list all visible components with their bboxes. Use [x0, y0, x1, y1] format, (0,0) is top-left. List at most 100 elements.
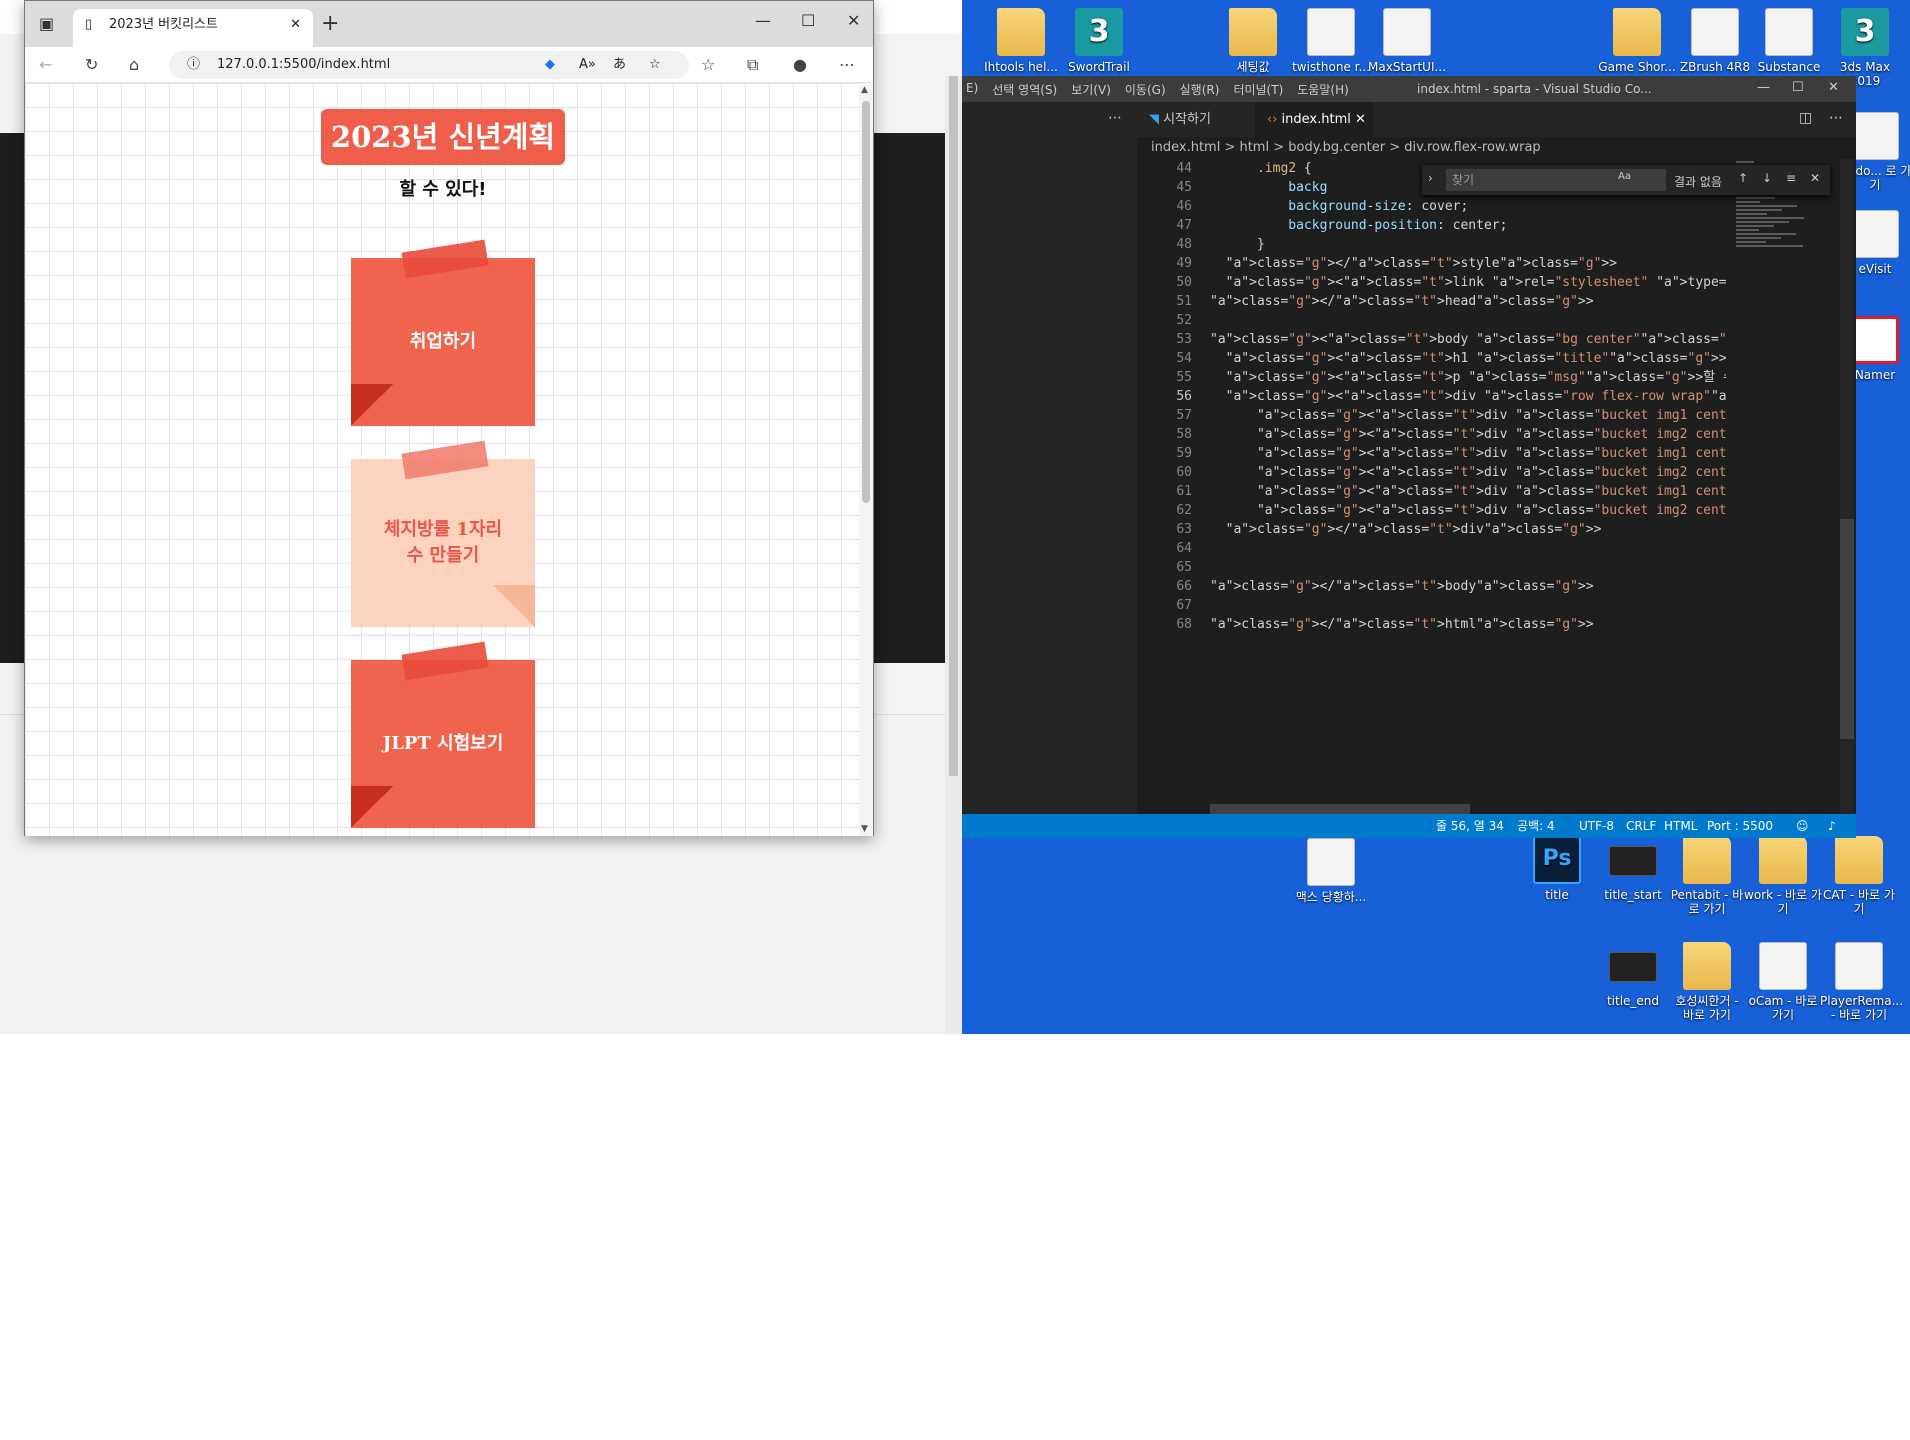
background-window-scrollbar[interactable]	[945, 76, 962, 1034]
status-position[interactable]: 줄 56, 열 34	[1436, 814, 1504, 838]
code-line[interactable]: "a">class="g"><"a">class="t">div "a">cla…	[1210, 501, 1726, 520]
shopping-tag-icon[interactable]: ◆	[545, 51, 555, 79]
profile-icon[interactable]: ●	[793, 55, 807, 74]
maximize-icon[interactable]: ☐	[1792, 80, 1804, 95]
desktop-icon[interactable]: title_start	[1594, 836, 1672, 902]
menu-item[interactable]: 터미널(T)	[1233, 81, 1283, 98]
minimize-icon[interactable]: —	[1757, 80, 1770, 95]
code-line[interactable]: background-size: cover;	[1210, 197, 1726, 216]
menu-item[interactable]: 실행(R)	[1180, 81, 1220, 98]
home-icon[interactable]: ⌂	[129, 55, 139, 74]
scroll-down-icon[interactable]: ▼	[861, 824, 868, 834]
code-line[interactable]: "a">class="g"></"a">class="t">style"a">c…	[1210, 254, 1726, 273]
code-line[interactable]: "a">class="g"><"a">class="t">p "a">class…	[1210, 368, 1726, 387]
desktop-icon[interactable]: work - 바로 가기	[1744, 836, 1822, 916]
more-actions-icon[interactable]: ⋯	[1829, 110, 1843, 126]
desktop-icon[interactable]: 3 SwordTrail	[1060, 8, 1138, 74]
tab-actions-icon[interactable]: ▣	[39, 14, 54, 33]
desktop-icon[interactable]: Pentabit - 바로 가기	[1668, 836, 1746, 916]
browser-tab[interactable]: ▯ 2023년 버킷리스트 ✕	[73, 9, 313, 47]
code-line[interactable]: }	[1210, 235, 1726, 254]
match-case-icon[interactable]: Aa	[1618, 171, 1631, 182]
code-line[interactable]: "a">class="g"><"a">class="t">link "a">re…	[1210, 273, 1726, 292]
code-line[interactable]: background-position: center;	[1210, 216, 1726, 235]
desktop-icon[interactable]: ZBrush 4R8	[1676, 8, 1754, 74]
minimize-icon[interactable]: —	[755, 11, 771, 30]
arrow-up-icon[interactable]: ↑	[1738, 171, 1748, 185]
code-line[interactable]	[1210, 311, 1726, 330]
more-menu-icon[interactable]: ⋯	[839, 55, 855, 74]
desktop-icon[interactable]: title_end	[1594, 942, 1672, 1008]
desktop-icon[interactable]: 세팅값	[1214, 8, 1292, 74]
info-icon[interactable]: ⓘ	[187, 51, 200, 79]
status-language[interactable]: HTML	[1664, 814, 1697, 838]
code-line[interactable]	[1210, 596, 1726, 615]
code-line[interactable]	[1210, 539, 1726, 558]
desktop-icon[interactable]: Game Shor...	[1598, 8, 1676, 74]
page-scrollbar[interactable]: ▲ ▼	[859, 83, 873, 836]
menu-item[interactable]: E)	[966, 81, 978, 98]
tab-start[interactable]: ◥ 시작하기	[1137, 102, 1255, 137]
more-actions-icon[interactable]: ⋯	[1108, 110, 1122, 126]
desktop-icon[interactable]: Ihtools hel...	[982, 8, 1060, 74]
selection-icon[interactable]: ≡	[1786, 171, 1796, 185]
close-icon[interactable]: ✕	[1810, 171, 1820, 185]
code-line[interactable]: "a">class="g"><"a">class="t">div "a">cla…	[1210, 482, 1726, 501]
code-line[interactable]: "a">class="g"></"a">class="t">html"a">cl…	[1210, 615, 1726, 634]
editor-horizontal-scrollbar[interactable]	[1210, 804, 1470, 814]
editor-scrollbar[interactable]	[1840, 159, 1854, 814]
address-bar[interactable]: ⓘ 127.0.0.1:5500/index.html ◆ A» あ ☆	[169, 51, 689, 79]
code-editor[interactable]: .img2 { backg background-size: cover; ba…	[1210, 159, 1726, 634]
desktop-icon[interactable]: Ps title	[1518, 836, 1596, 902]
menu-item[interactable]: 보기(V)	[1071, 81, 1111, 98]
read-aloud-icon[interactable]: A»	[579, 51, 596, 79]
breadcrumb[interactable]: index.html > html > body.bg.center > div…	[1137, 137, 1856, 159]
desktop-icon[interactable]: Substance	[1750, 8, 1828, 74]
close-tab-icon[interactable]: ✕	[1355, 112, 1366, 127]
desktop-icon[interactable]: twisthone r...	[1292, 8, 1370, 74]
collections-icon[interactable]: ⧉	[747, 55, 758, 75]
code-line[interactable]: "a">class="g"><"a">class="t">div "a">cla…	[1210, 425, 1726, 444]
favorites-icon[interactable]: ☆	[701, 55, 715, 74]
status-indent[interactable]: 공백: 4	[1517, 814, 1555, 838]
refresh-icon[interactable]: ↻	[85, 55, 98, 74]
code-line[interactable]: "a">class="g"></"a">class="t">body"a">cl…	[1210, 577, 1726, 596]
menu-item[interactable]: 도움말(H)	[1297, 81, 1349, 98]
back-icon[interactable]: ←	[39, 55, 52, 74]
code-line[interactable]: "a">class="g"><"a">class="t">h1 "a">clas…	[1210, 349, 1726, 368]
feedback-icon[interactable]: ☺	[1796, 814, 1809, 838]
split-editor-icon[interactable]: ◫	[1799, 110, 1812, 126]
close-icon[interactable]: ✕	[1828, 80, 1839, 95]
desktop-icon[interactable]: MaxStartUI...	[1368, 8, 1446, 74]
code-line[interactable]: "a">class="g"><"a">class="t">div "a">cla…	[1210, 406, 1726, 425]
close-icon[interactable]: ✕	[847, 11, 860, 30]
tab-index-html[interactable]: ‹› index.html ✕	[1255, 102, 1373, 137]
minimap[interactable]	[1730, 159, 1810, 814]
desktop-icon[interactable]: 호성씨한거 - 바로 가기	[1668, 942, 1746, 1022]
desktop-icon[interactable]: CAT - 바로 가기	[1820, 836, 1898, 916]
status-encoding[interactable]: UTF-8	[1579, 814, 1614, 838]
chevron-right-icon[interactable]: ›	[1428, 171, 1433, 185]
code-line[interactable]: "a">class="g"></"a">class="t">head"a">cl…	[1210, 292, 1726, 311]
close-tab-icon[interactable]: ✕	[290, 9, 301, 41]
code-line[interactable]: "a">class="g"></"a">class="t">div"a">cla…	[1210, 520, 1726, 539]
bell-icon[interactable]: ♪	[1828, 814, 1836, 838]
code-line[interactable]: "a">class="g"><"a">class="t">div "a">cla…	[1210, 387, 1726, 406]
code-line[interactable]	[1210, 558, 1726, 577]
arrow-down-icon[interactable]: ↓	[1762, 171, 1772, 185]
desktop-icon[interactable]: 맥스 당황하...	[1292, 838, 1370, 904]
find-input[interactable]: 찾기	[1446, 169, 1666, 191]
code-line[interactable]: "a">class="g"><"a">class="t">body "a">cl…	[1210, 330, 1726, 349]
menu-item[interactable]: 이동(G)	[1125, 81, 1166, 98]
add-favorite-icon[interactable]: ☆	[649, 51, 661, 79]
new-tab-icon[interactable]: +	[321, 11, 339, 36]
code-line[interactable]: "a">class="g"><"a">class="t">div "a">cla…	[1210, 444, 1726, 463]
maximize-icon[interactable]: ☐	[801, 11, 815, 30]
desktop-icon[interactable]: oCam - 바로 가기	[1744, 942, 1822, 1022]
code-line[interactable]: "a">class="g"><"a">class="t">div "a">cla…	[1210, 463, 1726, 482]
status-port[interactable]: Port : 5500	[1707, 814, 1773, 838]
desktop-icon[interactable]: PlayerRema... - 바로 가기	[1820, 942, 1903, 1022]
scroll-up-icon[interactable]: ▲	[861, 85, 868, 95]
translate-icon[interactable]: あ	[613, 51, 626, 79]
menu-item[interactable]: 선택 영역(S)	[992, 81, 1057, 98]
